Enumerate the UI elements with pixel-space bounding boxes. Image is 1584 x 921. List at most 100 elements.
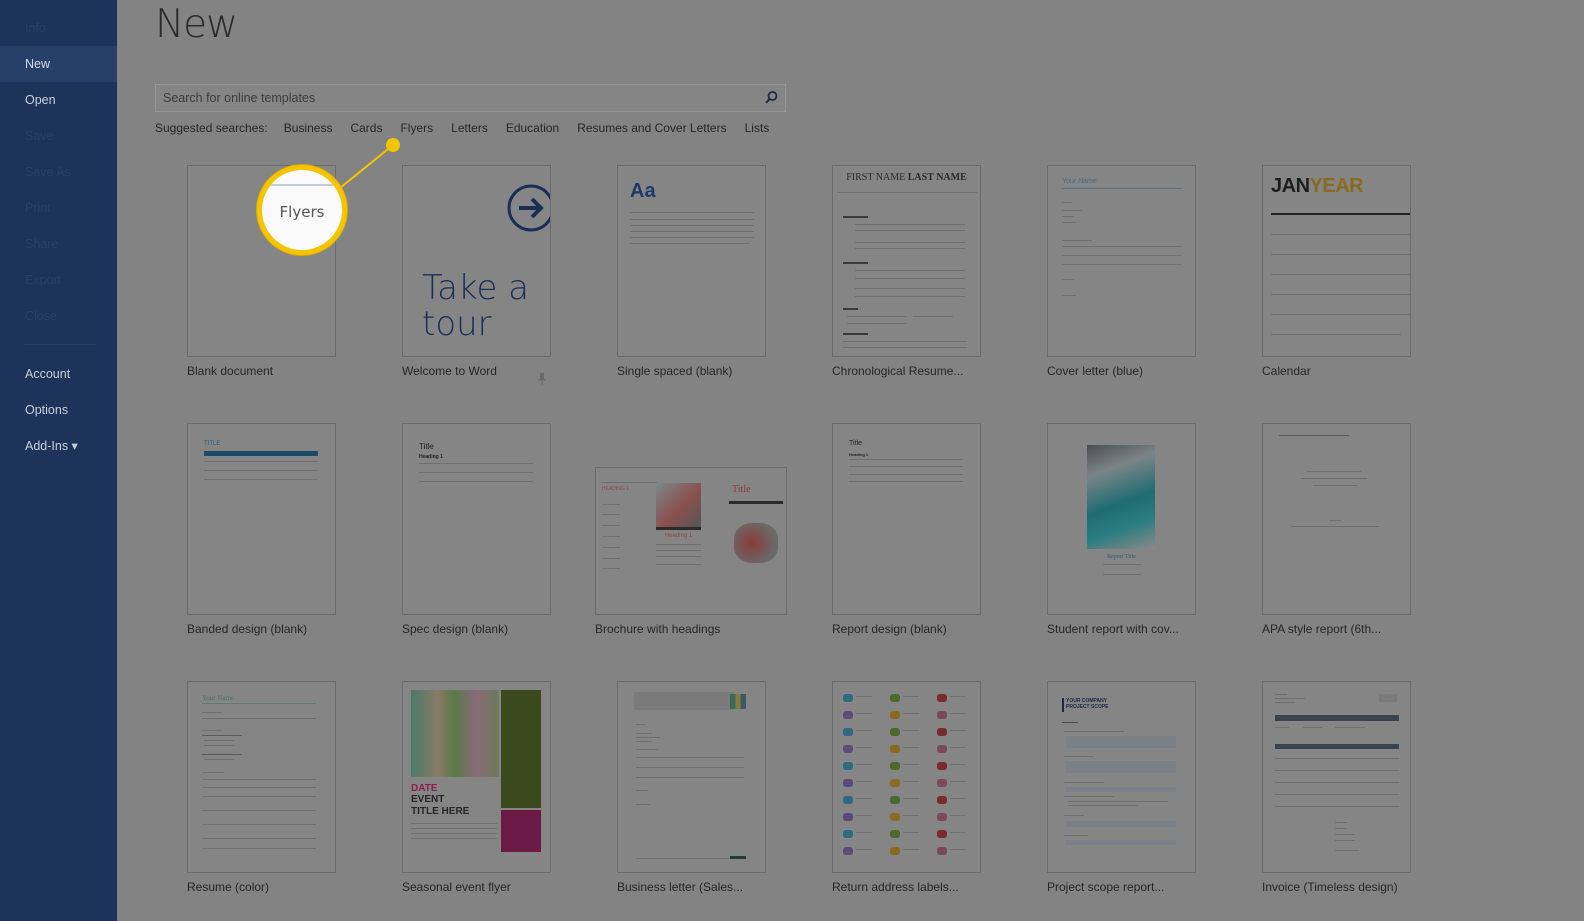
label-text	[950, 713, 966, 714]
label-icon	[843, 745, 853, 753]
template-thumbnail: Title Heading 1	[402, 423, 551, 615]
template-thumbnail: Report Title	[1047, 423, 1196, 615]
template-search-input[interactable]	[156, 85, 756, 111]
suggested-link-flyers[interactable]: Flyers	[400, 121, 433, 135]
arrow-circle-icon	[507, 184, 550, 232]
label-icon	[843, 813, 853, 821]
suggested-searches: Suggested searches: Business Cards Flyer…	[155, 121, 787, 135]
template-thumbnail: JANYEAR	[1262, 165, 1411, 357]
label-text	[903, 696, 919, 697]
label-text	[903, 798, 919, 799]
label-text	[903, 832, 919, 833]
label-icon	[890, 813, 900, 821]
label-text	[903, 764, 919, 765]
label-text	[903, 730, 919, 731]
label-text	[856, 730, 872, 731]
banded-title: TITLE	[204, 441, 221, 447]
template-thumbnail: Title Heading 1	[832, 423, 981, 615]
take-a-tour-text: Take a tour	[422, 268, 530, 344]
template-thumbnail	[1262, 681, 1411, 873]
label-icon	[890, 779, 900, 787]
sidebar-item-new[interactable]: New	[0, 46, 117, 82]
label-icon	[937, 779, 947, 787]
word-backstage: Info New Open Save Save As Print Share E…	[0, 0, 1584, 921]
template-name: APA style report (6th...	[1262, 622, 1382, 636]
flyer-photo	[411, 690, 499, 777]
label-icon	[937, 694, 947, 702]
resume-color-name: Your Name	[202, 694, 235, 702]
suggested-link-business[interactable]: Business	[284, 121, 333, 135]
template-thumbnail	[832, 681, 981, 873]
sidebar-item-print[interactable]: Print	[0, 190, 117, 226]
aa-sample-text: Aa	[630, 180, 656, 202]
sidebar-item-account[interactable]: Account	[0, 356, 117, 392]
report-heading: Heading 1	[849, 452, 869, 457]
suggested-link-lists[interactable]: Lists	[745, 121, 770, 135]
template-thumbnail: TITLE	[187, 423, 336, 615]
label-icon	[890, 728, 900, 736]
label-text	[950, 815, 966, 816]
template-thumbnail: Your Name	[187, 681, 336, 873]
label-icon	[890, 847, 900, 855]
label-text	[950, 832, 966, 833]
student-report-title: Report Title	[1107, 554, 1136, 560]
label-icon	[937, 847, 947, 855]
template-thumbnail	[617, 681, 766, 873]
label-icon	[937, 728, 947, 736]
template-name: Return address labels...	[832, 880, 959, 894]
sidebar-item-save-as[interactable]: Save As	[0, 154, 117, 190]
label-icon	[937, 762, 947, 770]
cover-letter-name: Your Name	[1062, 178, 1097, 185]
backstage-sidebar: Info New Open Save Save As Print Share E…	[0, 0, 117, 921]
flyer-green-panel	[501, 690, 541, 808]
brochure-heading: Heading 1	[664, 533, 693, 539]
sidebar-item-info[interactable]: Info	[0, 10, 117, 46]
search-icon[interactable]	[761, 88, 781, 108]
label-icon	[937, 711, 947, 719]
template-name: Cover letter (blue)	[1047, 364, 1144, 378]
suggested-link-letters[interactable]: Letters	[451, 121, 488, 135]
template-name: Single spaced (blank)	[617, 364, 733, 378]
label-text	[950, 730, 966, 731]
label-text	[856, 781, 872, 782]
label-icon	[890, 711, 900, 719]
sidebar-item-options[interactable]: Options	[0, 392, 117, 428]
suggested-link-education[interactable]: Education	[506, 121, 559, 135]
sidebar-item-save[interactable]: Save	[0, 118, 117, 154]
spec-title: Title	[419, 442, 434, 451]
label-text	[856, 696, 872, 697]
label-text	[903, 781, 919, 782]
label-icon	[937, 745, 947, 753]
template-name: Student report with cov...	[1047, 622, 1179, 636]
spec-heading: Heading 1	[419, 454, 443, 460]
label-text	[856, 747, 872, 748]
calendar-year: YEAR	[1309, 175, 1364, 197]
sidebar-item-export[interactable]: Export	[0, 262, 117, 298]
template-name: Business letter (Sales...	[617, 880, 744, 894]
sidebar-item-add-ins[interactable]: Add-Ins ▾	[0, 428, 117, 464]
label-icon	[843, 762, 853, 770]
template-thumbnail: Take a tour	[402, 165, 551, 357]
sidebar-item-share[interactable]: Share	[0, 226, 117, 262]
template-thumbnail: DATE EVENT TITLE HERE	[402, 681, 551, 873]
template-name: Banded design (blank)	[187, 622, 308, 636]
label-icon	[937, 830, 947, 838]
template-thumbnail: Your Name	[1047, 165, 1196, 357]
sidebar-item-open[interactable]: Open	[0, 82, 117, 118]
template-name: Calendar	[1262, 364, 1311, 378]
label-icon	[843, 830, 853, 838]
template-name: Resume (color)	[187, 880, 270, 894]
suggested-link-resumes[interactable]: Resumes and Cover Letters	[577, 121, 726, 135]
label-text	[856, 798, 872, 799]
label-text	[856, 849, 872, 850]
callout-magnifier: Flyers	[257, 165, 347, 255]
template-name: Welcome to Word	[402, 364, 497, 378]
pin-icon[interactable]	[538, 372, 546, 385]
label-icon	[843, 847, 853, 855]
sidebar-item-close[interactable]: Close	[0, 298, 117, 334]
report-title: Title	[849, 440, 862, 447]
suggested-link-cards[interactable]: Cards	[350, 121, 382, 135]
label-text	[856, 764, 872, 765]
template-name: Project scope report...	[1047, 880, 1165, 894]
label-text	[903, 747, 919, 748]
